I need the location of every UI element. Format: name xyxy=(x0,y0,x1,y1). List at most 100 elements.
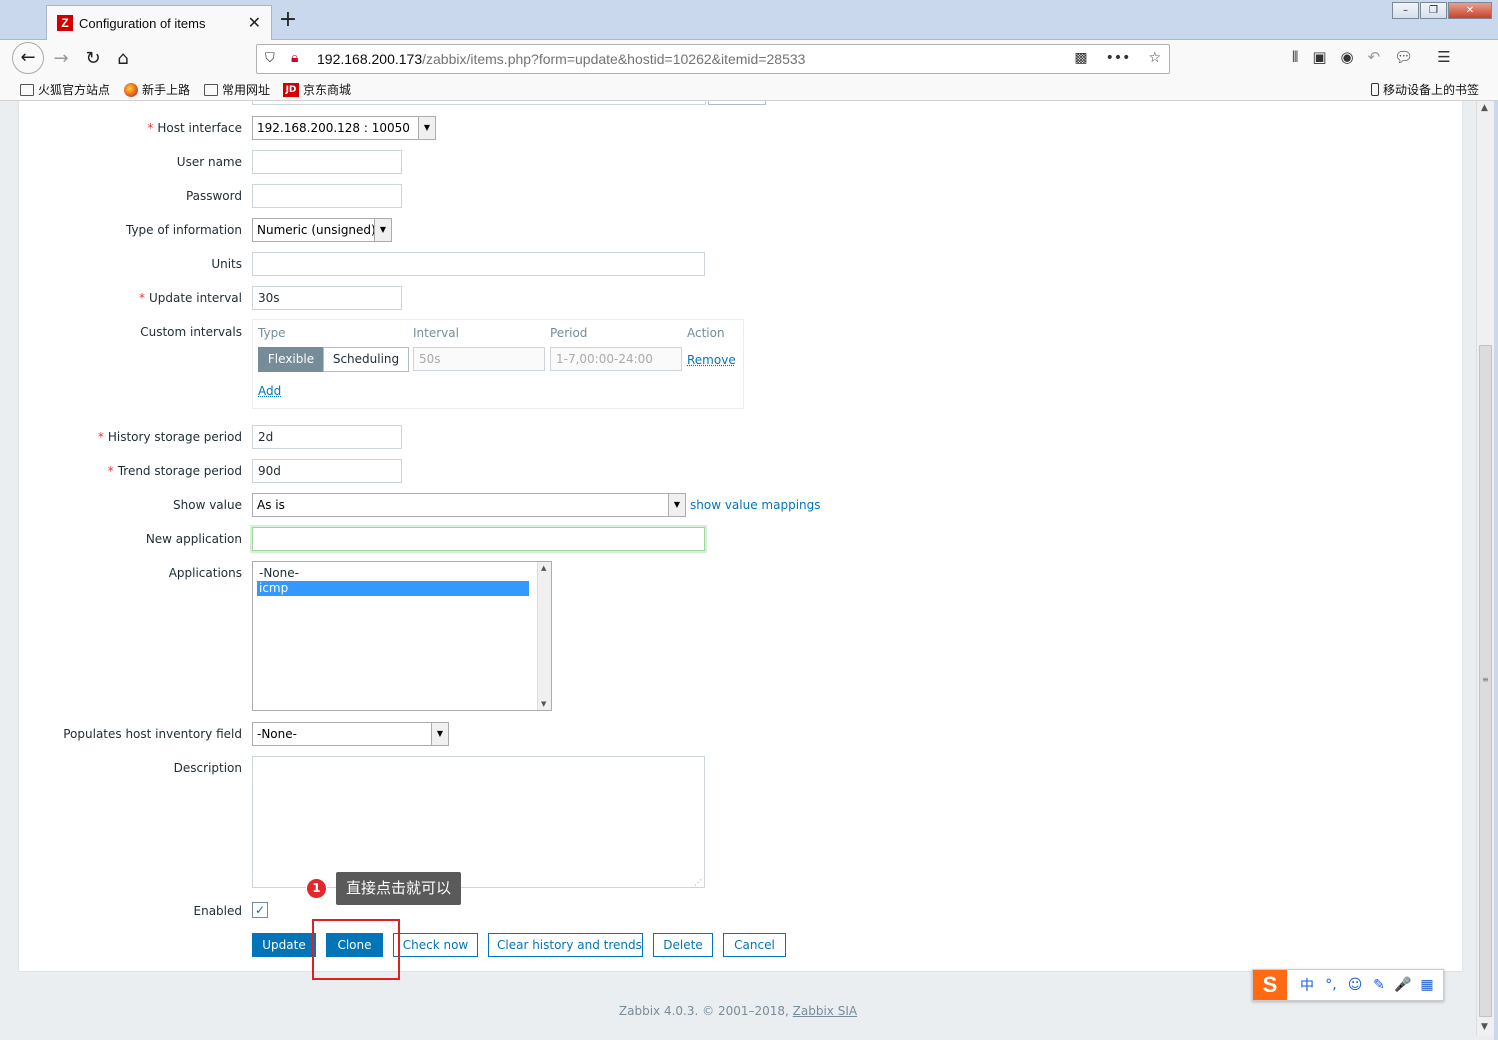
scroll-down-icon[interactable]: ▼ xyxy=(1481,1022,1488,1032)
inventory-select[interactable]: -None- ▼ xyxy=(252,722,449,746)
phone-icon xyxy=(1371,83,1379,96)
back-arrow-icon[interactable]: ← xyxy=(12,42,44,74)
bookmarks-bar: 火狐官方站点 新手上路 常用网址 JD 京东商城 移动设备上的书签 xyxy=(0,77,1498,101)
host-interface-select[interactable]: 192.168.200.128 : 10050 ▼ xyxy=(252,116,436,140)
browser-tab-bar: Z Configuration of items ✕ + – ❐ ✕ xyxy=(0,0,1498,40)
trends-label: * Trend storage period xyxy=(107,464,242,478)
update-interval-input[interactable]: 30s xyxy=(252,286,402,310)
bookmark-item[interactable]: 新手上路 xyxy=(124,81,190,98)
more-actions-icon[interactable]: ••• xyxy=(1106,50,1131,66)
microphone-icon[interactable]: 🎤 xyxy=(1391,977,1415,993)
window-controls: – ❐ ✕ xyxy=(1391,2,1492,20)
chevron-down-icon: ▼ xyxy=(374,219,391,241)
page-scrollbar[interactable]: ▲ ≡ ▼ xyxy=(1476,101,1494,1036)
page-footer: Zabbix 4.0.3. © 2001–2018, Zabbix SIA xyxy=(618,1004,858,1018)
ime-toolbar: S 中 °, ☺ ✎ 🎤 ▦ xyxy=(1252,969,1444,1001)
zabbix-sia-link[interactable]: Zabbix SIA xyxy=(793,1004,857,1018)
bookmark-item[interactable]: 常用网址 xyxy=(204,81,270,98)
new-tab-button[interactable]: + xyxy=(278,8,298,32)
applications-listbox[interactable]: -None- icmp ▲ ▼ xyxy=(252,561,552,711)
grid-menu-icon[interactable]: ▦ xyxy=(1415,977,1439,993)
chat-icon[interactable]: 💬︎ xyxy=(1394,48,1413,66)
password-input[interactable] xyxy=(252,184,402,208)
page-viewport: * Host interface 192.168.200.128 : 10050 … xyxy=(0,101,1476,1036)
folder-icon xyxy=(20,83,34,96)
clear-history-button[interactable]: Clear history and trends xyxy=(488,933,643,957)
url-text: 192.168.200.173/zabbix/items.php?form=up… xyxy=(317,51,806,67)
maximize-icon[interactable]: ❐ xyxy=(1420,2,1447,19)
mobile-bookmarks[interactable]: 移动设备上的书签 xyxy=(1371,81,1479,98)
window-frame xyxy=(1494,101,1498,1040)
delete-button[interactable]: Delete xyxy=(653,933,713,957)
listbox-scrollbar[interactable]: ▲ ▼ xyxy=(537,562,551,710)
bookmark-star-icon[interactable]: ☆ xyxy=(1148,50,1161,66)
account-icon[interactable]: ◉ xyxy=(1341,48,1354,66)
window-close-icon[interactable]: ✕ xyxy=(1448,2,1492,19)
update-button[interactable]: Update xyxy=(252,933,316,957)
remove-link[interactable]: Remove xyxy=(687,353,736,367)
type-of-information-select[interactable]: Numeric (unsigned) ▼ xyxy=(252,218,392,242)
bookmark-item[interactable]: 火狐官方站点 xyxy=(20,81,110,98)
firefox-icon xyxy=(124,82,138,97)
annotation-tooltip: 直接点击就可以 xyxy=(336,872,462,905)
column-header-type: Type xyxy=(258,326,286,340)
add-link[interactable]: Add xyxy=(258,384,281,398)
list-item[interactable]: -None- xyxy=(257,566,529,581)
grip-icon: ≡ xyxy=(1482,675,1489,684)
list-item[interactable]: icmp xyxy=(257,581,529,596)
undo-icon[interactable]: ↶ xyxy=(1368,48,1381,66)
toolbar-right: ⫴ ▣ ◉ ↶ 💬︎ ☰ xyxy=(1292,48,1451,66)
browser-tab[interactable]: Z Configuration of items ✕ xyxy=(46,5,272,40)
pen-icon[interactable]: ✎ xyxy=(1367,977,1391,993)
sogou-logo-icon[interactable]: S xyxy=(1253,970,1287,1000)
applications-label: Applications xyxy=(168,566,242,580)
scroll-up-icon[interactable]: ▲ xyxy=(1481,103,1488,113)
interval-input[interactable]: 50s xyxy=(413,347,545,371)
tab-close-icon[interactable]: ✕ xyxy=(248,13,261,32)
clipped-button[interactable] xyxy=(708,101,766,105)
zabbix-favicon-icon: Z xyxy=(57,15,73,31)
history-label: * History storage period xyxy=(97,430,242,444)
sidebar-icon[interactable]: ▣ xyxy=(1312,48,1326,66)
column-header-action: Action xyxy=(687,326,725,340)
menu-icon[interactable]: ☰ xyxy=(1437,48,1450,66)
clipped-input[interactable] xyxy=(252,101,706,105)
check-now-button[interactable]: Check now xyxy=(393,933,478,957)
description-textarea[interactable]: ⋰ xyxy=(252,756,705,888)
new-application-label: New application xyxy=(145,532,242,546)
forward-arrow-icon[interactable]: → xyxy=(46,44,76,74)
scroll-down-icon[interactable]: ▼ xyxy=(541,700,546,708)
punctuation-icon[interactable]: °, xyxy=(1319,977,1343,993)
history-input[interactable]: 2d xyxy=(252,425,402,449)
flexible-toggle[interactable]: Flexible xyxy=(258,347,324,372)
units-input[interactable] xyxy=(252,252,705,276)
custom-intervals-label: Custom intervals xyxy=(140,325,242,339)
user-name-input[interactable] xyxy=(252,150,402,174)
new-application-input[interactable] xyxy=(252,527,705,551)
reload-icon[interactable]: ↻ xyxy=(78,44,108,74)
address-bar[interactable]: ⛉ 🔒︎ 192.168.200.173/zabbix/items.php?fo… xyxy=(256,44,1170,74)
insecure-lock-icon[interactable]: 🔒︎ xyxy=(291,50,298,66)
column-header-period: Period xyxy=(550,326,588,340)
cancel-button[interactable]: Cancel xyxy=(723,933,786,957)
show-value-mappings-link[interactable]: show value mappings xyxy=(690,498,821,512)
library-icon[interactable]: ⫴ xyxy=(1292,48,1298,66)
scheduling-toggle[interactable]: Scheduling xyxy=(323,347,409,372)
period-input[interactable]: 1-7,00:00-24:00 xyxy=(550,347,682,371)
resize-handle-icon[interactable]: ⋰ xyxy=(694,878,702,887)
home-icon[interactable]: ⌂ xyxy=(108,44,138,74)
qr-code-icon[interactable]: ▩ xyxy=(1074,50,1087,66)
chevron-down-icon: ▼ xyxy=(418,117,435,139)
show-value-select[interactable]: As is ▼ xyxy=(252,493,686,517)
trends-input[interactable]: 90d xyxy=(252,459,402,483)
enabled-checkbox[interactable]: ✓ xyxy=(252,902,268,918)
update-interval-label: * Update interval xyxy=(138,291,242,305)
emoji-icon[interactable]: ☺ xyxy=(1343,977,1367,993)
chinese-mode-icon[interactable]: 中 xyxy=(1295,975,1319,995)
minimize-icon[interactable]: – xyxy=(1392,2,1419,19)
tab-title: Configuration of items xyxy=(79,16,206,31)
shield-icon[interactable]: ⛉ xyxy=(265,51,275,66)
show-value-label: Show value xyxy=(173,498,242,512)
bookmark-item[interactable]: JD 京东商城 xyxy=(283,81,351,98)
scroll-up-icon[interactable]: ▲ xyxy=(541,564,546,572)
